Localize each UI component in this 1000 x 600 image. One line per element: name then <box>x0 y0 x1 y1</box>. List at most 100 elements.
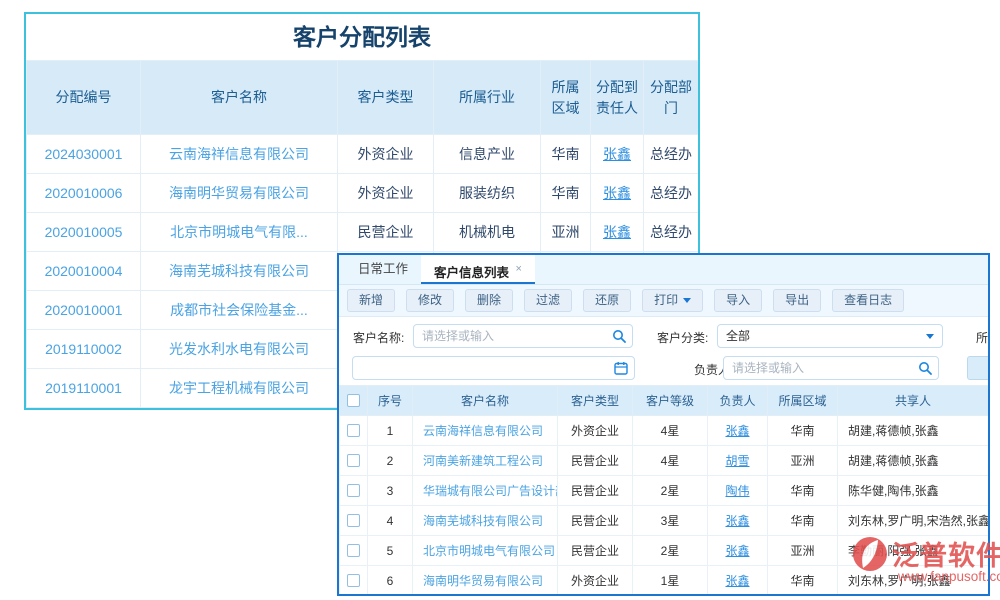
department-cell: 总经办 <box>644 213 699 252</box>
manager-link[interactable]: 张鑫 <box>725 424 749 438</box>
filter-area: 客户名称: 客户分类: 全部 所在 <box>339 317 988 385</box>
customer-name-link[interactable]: 北京市明城电气有限公司 <box>413 536 558 566</box>
customer-name-link[interactable]: 华瑞城有限公司广告设计部 <box>413 476 558 506</box>
allocation-id-link[interactable]: 2020010001 <box>27 291 141 330</box>
table-row: 1 云南海祥信息有限公司 外资企业 4星 张鑫 华南 胡建,蒋德帧,张鑫 <box>340 416 989 446</box>
row-checkbox[interactable] <box>347 424 360 437</box>
shared-cell: 李勤丽,阳强,张鑫 <box>838 536 989 566</box>
table-row: 2024030001 云南海祥信息有限公司 外资企业 信息产业 华南 张鑫 总经… <box>27 135 699 174</box>
manager-link[interactable]: 张鑫 <box>725 574 749 588</box>
view-log-button[interactable]: 查看日志 <box>832 289 904 312</box>
col-department: 分配部门 <box>644 61 699 135</box>
customer-name-link[interactable]: 海南明华贸易有限公司 <box>141 174 338 213</box>
calendar-icon[interactable] <box>614 361 628 375</box>
manager-link[interactable]: 胡雪 <box>725 454 749 468</box>
table-row: 4 海南芜城科技有限公司 民营企业 3星 张鑫 华南 刘东林,罗广明,宋浩然,张… <box>340 506 989 536</box>
customer-name-link[interactable]: 海南芜城科技有限公司 <box>141 252 338 291</box>
row-checkbox[interactable] <box>347 514 360 527</box>
import-button[interactable]: 导入 <box>714 289 762 312</box>
select-all-checkbox[interactable] <box>347 394 360 407</box>
restore-button[interactable]: 还原 <box>583 289 631 312</box>
allocation-id-link[interactable]: 2020010006 <box>27 174 141 213</box>
export-button[interactable]: 导出 <box>773 289 821 312</box>
customer-name-link[interactable]: 河南美新建筑工程公司 <box>413 446 558 476</box>
region-label-clipped: 所在 <box>976 326 990 350</box>
manager-field <box>723 356 939 380</box>
assignee-link[interactable]: 张鑫 <box>603 146 631 162</box>
allocation-id-link[interactable]: 2019110002 <box>27 330 141 369</box>
industry-cell: 信息产业 <box>434 135 541 174</box>
customer-name-link[interactable]: 海南芜城科技有限公司 <box>413 506 558 536</box>
row-checkbox[interactable] <box>347 544 360 557</box>
customer-name-input[interactable] <box>414 325 608 347</box>
row-checkbox[interactable] <box>347 574 360 587</box>
col-region: 所属区域 <box>768 386 838 416</box>
customer-name-field <box>413 324 633 348</box>
row-no: 5 <box>368 536 413 566</box>
allocation-id-link[interactable]: 2020010004 <box>27 252 141 291</box>
row-checkbox[interactable] <box>347 454 360 467</box>
add-button[interactable]: 新增 <box>347 289 395 312</box>
chevron-down-icon <box>926 334 934 339</box>
date-input[interactable] <box>353 357 610 379</box>
col-assignee: 分配到责任人 <box>591 61 644 135</box>
customer-name-link[interactable]: 龙宇工程机械有限公司 <box>141 369 338 408</box>
row-no: 2 <box>368 446 413 476</box>
row-no: 4 <box>368 506 413 536</box>
manager-link[interactable]: 张鑫 <box>725 544 749 558</box>
assignee-link[interactable]: 张鑫 <box>603 185 631 201</box>
col-customer-type: 客户类型 <box>338 61 434 135</box>
search-icon[interactable] <box>918 361 932 375</box>
page-title: 客户分配列表 <box>26 14 698 60</box>
table-row: 5 北京市明城电气有限公司 民营企业 2星 张鑫 亚洲 李勤丽,阳强,张鑫 <box>340 536 989 566</box>
allocation-id-link[interactable]: 2020010005 <box>27 213 141 252</box>
search-icon[interactable] <box>612 329 626 343</box>
shared-cell: 胡建,蒋德帧,张鑫 <box>838 446 989 476</box>
table-row: 3 华瑞城有限公司广告设计部 民营企业 2星 陶伟 华南 陈华健,陶伟,张鑫 <box>340 476 989 506</box>
region-cell: 亚洲 <box>541 213 591 252</box>
manager-input[interactable] <box>724 357 914 379</box>
delete-button[interactable]: 删除 <box>465 289 513 312</box>
industry-cell: 机械机电 <box>434 213 541 252</box>
customer-name-link[interactable]: 云南海祥信息有限公司 <box>413 416 558 446</box>
manager-link[interactable]: 张鑫 <box>725 514 749 528</box>
row-checkbox[interactable] <box>347 484 360 497</box>
tab-daily-work[interactable]: 日常工作 <box>345 255 421 284</box>
customer-type-cell: 外资企业 <box>338 174 434 213</box>
allocation-id-link[interactable]: 2019110001 <box>27 369 141 408</box>
col-customer-name: 客户名称 <box>413 386 558 416</box>
assignee-link[interactable]: 张鑫 <box>603 224 631 240</box>
chevron-down-icon <box>683 298 691 303</box>
col-allocation-id: 分配编号 <box>27 61 141 135</box>
col-shared: 共享人 <box>838 386 989 416</box>
allocation-id-link[interactable]: 2024030001 <box>27 135 141 174</box>
col-industry: 所属行业 <box>434 61 541 135</box>
customer-name-link[interactable]: 北京市明城电气有限... <box>141 213 338 252</box>
col-region: 所属区域 <box>541 61 591 135</box>
customer-name-label: 客户名称: <box>353 326 404 350</box>
col-customer-name: 客户名称 <box>141 61 338 135</box>
department-cell: 总经办 <box>644 174 699 213</box>
filter-button[interactable]: 过滤 <box>524 289 572 312</box>
customer-category-label: 客户分类: <box>657 326 708 350</box>
shared-cell: 刘东林,罗广明,张鑫 <box>838 566 989 596</box>
manager-link[interactable]: 陶伟 <box>725 484 749 498</box>
edit-button[interactable]: 修改 <box>406 289 454 312</box>
col-no: 序号 <box>368 386 413 416</box>
customer-name-link[interactable]: 云南海祥信息有限公司 <box>141 135 338 174</box>
customer-name-link[interactable]: 光发水利水电有限公司 <box>141 330 338 369</box>
customer-name-link[interactable]: 海南明华贸易有限公司 <box>413 566 558 596</box>
customer-info-window: 日常工作 客户信息列表 × 新增 修改 删除 过滤 还原 打印 导入 导出 查看… <box>337 253 990 596</box>
row-no: 6 <box>368 566 413 596</box>
print-button[interactable]: 打印 <box>642 289 703 312</box>
shared-cell: 胡建,蒋德帧,张鑫 <box>838 416 989 446</box>
close-icon[interactable]: × <box>516 263 522 275</box>
search-button[interactable] <box>967 356 990 380</box>
customer-category-select[interactable]: 全部 <box>717 324 943 348</box>
region-cell: 华南 <box>541 174 591 213</box>
tab-customer-info-list[interactable]: 客户信息列表 × <box>421 255 535 284</box>
customer-name-link[interactable]: 成都市社会保险基金... <box>141 291 338 330</box>
customer-type-cell: 民营企业 <box>338 213 434 252</box>
shared-cell: 陈华健,陶伟,张鑫 <box>838 476 989 506</box>
info-header-row: 序号 客户名称 客户类型 客户等级 负责人 所属区域 共享人 <box>340 386 989 416</box>
